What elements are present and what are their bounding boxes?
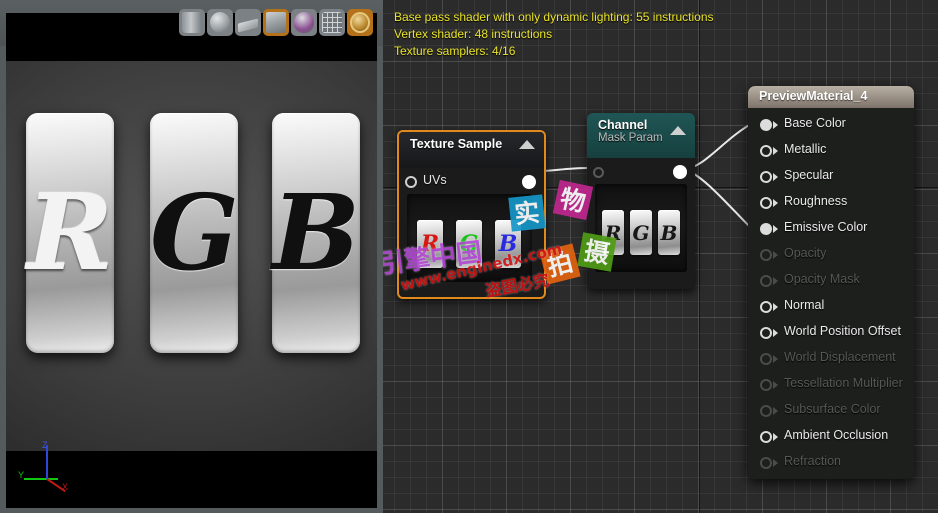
preview-shape-teapot[interactable] xyxy=(291,9,317,36)
sphere-icon xyxy=(210,12,230,33)
watermark-text: 盗图必究 xyxy=(484,270,551,301)
axis-y-line xyxy=(24,478,58,480)
cylinder-icon xyxy=(182,12,202,33)
plate-letter: G xyxy=(150,171,239,294)
compass-icon xyxy=(350,12,370,33)
preview-shape-cylinder[interactable] xyxy=(179,9,205,36)
plate-letter: B xyxy=(272,171,360,294)
axis-z-line xyxy=(46,445,48,479)
preview-shape-sphere[interactable] xyxy=(207,9,233,36)
teapot-icon xyxy=(294,12,314,33)
watermark-tile: 实 xyxy=(508,194,546,232)
watermark-layer: 实物拍摄 引擎中国 www.enginedx.com 盗图必究 xyxy=(383,0,938,513)
preview-mesh-render: R G B xyxy=(6,61,377,451)
cube-icon xyxy=(266,12,286,33)
axis-label-y: Y xyxy=(18,470,25,480)
viewport-canvas[interactable]: R G B Y Z X xyxy=(6,13,377,508)
watermark-tile: 摄 xyxy=(577,232,617,272)
plate-b: B xyxy=(272,113,360,353)
material-graph-canvas[interactable]: Base pass shader with only dynamic light… xyxy=(383,0,938,513)
material-editor-window: R G B Y Z X Base pass shader with only d… xyxy=(0,0,938,513)
rgb-plates: R G B xyxy=(6,61,377,451)
axis-label-x: X xyxy=(62,482,69,492)
axis-gizmo: Y Z X xyxy=(18,440,74,493)
preview-realtime-toggle[interactable] xyxy=(347,9,373,36)
watermark-tile: 拍 xyxy=(539,243,581,285)
grid-icon xyxy=(322,12,342,33)
watermark-tile: 物 xyxy=(552,179,594,221)
plate-r: R xyxy=(26,113,114,353)
axis-label-z: Z xyxy=(42,440,48,450)
plane-icon xyxy=(238,18,258,33)
preview-shape-plane[interactable] xyxy=(235,9,261,36)
preview-show-grid[interactable] xyxy=(319,9,345,36)
preview-shape-cube[interactable] xyxy=(263,9,289,36)
watermark-text: 引擎中国 xyxy=(383,237,484,281)
plate-letter: R xyxy=(26,171,114,294)
material-preview-viewport[interactable]: R G B Y Z X xyxy=(0,0,383,513)
watermark-text: www.enginedx.com xyxy=(399,239,564,295)
plate-g: G xyxy=(150,113,239,353)
